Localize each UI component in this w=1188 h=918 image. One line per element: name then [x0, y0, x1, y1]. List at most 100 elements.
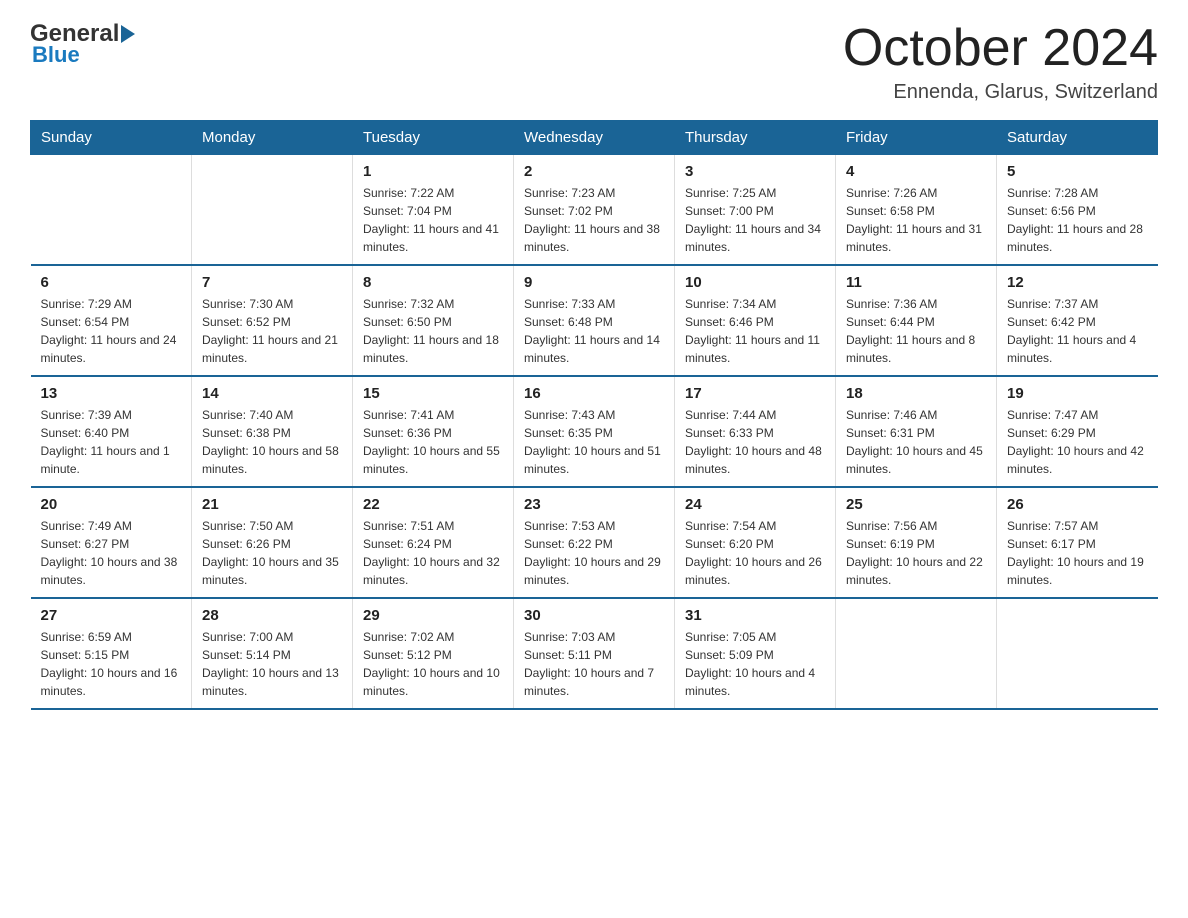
day-cell: 24 Sunrise: 7:54 AMSunset: 6:20 PMDayligh… — [675, 487, 836, 598]
header-cell-thursday: Thursday — [675, 121, 836, 155]
day-number: 10 — [685, 274, 825, 291]
day-cell: 28 Sunrise: 7:00 AMSunset: 5:14 PMDayligh… — [192, 598, 353, 709]
day-number: 18 — [846, 385, 986, 402]
day-cell: 8 Sunrise: 7:32 AMSunset: 6:50 PMDaylight… — [353, 265, 514, 376]
day-number: 15 — [363, 385, 503, 402]
day-cell: 13 Sunrise: 7:39 AMSunset: 6:40 PMDayligh… — [31, 376, 192, 487]
header-cell-saturday: Saturday — [997, 121, 1158, 155]
day-number: 16 — [524, 385, 664, 402]
day-cell: 7 Sunrise: 7:30 AMSunset: 6:52 PMDaylight… — [192, 265, 353, 376]
page-header: General Blue October 2024 Ennenda, Glaru… — [30, 20, 1158, 104]
header-cell-monday: Monday — [192, 121, 353, 155]
day-number: 20 — [41, 496, 182, 513]
day-info: Sunrise: 7:54 AMSunset: 6:20 PMDaylight:… — [685, 517, 825, 589]
title-block: October 2024 Ennenda, Glarus, Switzerlan… — [843, 20, 1158, 104]
day-cell: 22Sunrise: 7:51 AMSunset: 6:24 PMDayligh… — [353, 487, 514, 598]
day-info: Sunrise: 7:46 AMSunset: 6:31 PMDaylight:… — [846, 406, 986, 478]
calendar-header: SundayMondayTuesdayWednesdayThursdayFrid… — [31, 121, 1158, 155]
day-info: Sunrise: 7:40 AMSunset: 6:38 PMDaylight:… — [202, 406, 342, 478]
day-info: Sunrise: 7:25 AMSunset: 7:00 PMDaylight:… — [685, 184, 825, 256]
day-cell: 20 Sunrise: 7:49 AMSunset: 6:27 PMDayligh… — [31, 487, 192, 598]
day-cell: 21 Sunrise: 7:50 AMSunset: 6:26 PMDayligh… — [192, 487, 353, 598]
day-info: Sunrise: 7:50 AMSunset: 6:26 PMDaylight:… — [202, 517, 342, 589]
logo-triangle-icon — [121, 25, 135, 43]
day-number: 1 — [363, 163, 503, 180]
day-cell: 5 Sunrise: 7:28 AMSunset: 6:56 PMDaylight… — [997, 155, 1158, 266]
day-cell: 15 Sunrise: 7:41 AMSunset: 6:36 PMDayligh… — [353, 376, 514, 487]
day-number: 29 — [363, 607, 503, 624]
header-cell-tuesday: Tuesday — [353, 121, 514, 155]
day-cell: 23Sunrise: 7:53 AMSunset: 6:22 PMDayligh… — [514, 487, 675, 598]
day-info: Sunrise: 7:28 AMSunset: 6:56 PMDaylight:… — [1007, 184, 1148, 256]
day-number: 30 — [524, 607, 664, 624]
day-cell: 1Sunrise: 7:22 AMSunset: 7:04 PMDaylight… — [353, 155, 514, 266]
day-cell: 18 Sunrise: 7:46 AMSunset: 6:31 PMDayligh… — [836, 376, 997, 487]
day-cell — [836, 598, 997, 709]
day-info: Sunrise: 7:23 AMSunset: 7:02 PMDaylight:… — [524, 184, 664, 256]
day-number: 17 — [685, 385, 825, 402]
day-number: 6 — [41, 274, 182, 291]
day-cell — [31, 155, 192, 266]
day-info: Sunrise: 7:29 AMSunset: 6:54 PMDaylight:… — [41, 295, 182, 367]
day-number: 14 — [202, 385, 342, 402]
day-info: Sunrise: 7:33 AMSunset: 6:48 PMDaylight:… — [524, 295, 664, 367]
day-number: 7 — [202, 274, 342, 291]
day-info: Sunrise: 7:02 AMSunset: 5:12 PMDaylight:… — [363, 628, 503, 700]
location-title: Ennenda, Glarus, Switzerland — [843, 81, 1158, 104]
day-info: Sunrise: 7:05 AMSunset: 5:09 PMDaylight:… — [685, 628, 825, 700]
day-info: Sunrise: 7:57 AMSunset: 6:17 PMDaylight:… — [1007, 517, 1148, 589]
month-title: October 2024 — [843, 20, 1158, 77]
week-row-2: 13 Sunrise: 7:39 AMSunset: 6:40 PMDayligh… — [31, 376, 1158, 487]
day-cell: 19Sunrise: 7:47 AMSunset: 6:29 PMDayligh… — [997, 376, 1158, 487]
day-cell: 3 Sunrise: 7:25 AMSunset: 7:00 PMDaylight… — [675, 155, 836, 266]
day-info: Sunrise: 7:43 AMSunset: 6:35 PMDaylight:… — [524, 406, 664, 478]
day-number: 21 — [202, 496, 342, 513]
day-cell: 27Sunrise: 6:59 AMSunset: 5:15 PMDayligh… — [31, 598, 192, 709]
day-info: Sunrise: 7:36 AMSunset: 6:44 PMDaylight:… — [846, 295, 986, 367]
day-cell: 9 Sunrise: 7:33 AMSunset: 6:48 PMDaylight… — [514, 265, 675, 376]
day-cell: 6 Sunrise: 7:29 AMSunset: 6:54 PMDaylight… — [31, 265, 192, 376]
day-info: Sunrise: 7:41 AMSunset: 6:36 PMDaylight:… — [363, 406, 503, 478]
day-info: Sunrise: 7:49 AMSunset: 6:27 PMDaylight:… — [41, 517, 182, 589]
day-info: Sunrise: 7:56 AMSunset: 6:19 PMDaylight:… — [846, 517, 986, 589]
day-number: 23 — [524, 496, 664, 513]
day-number: 26 — [1007, 496, 1148, 513]
day-number: 8 — [363, 274, 503, 291]
day-cell: 30 Sunrise: 7:03 AMSunset: 5:11 PMDayligh… — [514, 598, 675, 709]
day-cell: 16 Sunrise: 7:43 AMSunset: 6:35 PMDayligh… — [514, 376, 675, 487]
day-number: 12 — [1007, 274, 1148, 291]
day-info: Sunrise: 7:03 AMSunset: 5:11 PMDaylight:… — [524, 628, 664, 700]
day-info: Sunrise: 7:32 AMSunset: 6:50 PMDaylight:… — [363, 295, 503, 367]
day-cell: 31Sunrise: 7:05 AMSunset: 5:09 PMDayligh… — [675, 598, 836, 709]
day-cell: 12 Sunrise: 7:37 AMSunset: 6:42 PMDayligh… — [997, 265, 1158, 376]
day-info: Sunrise: 7:00 AMSunset: 5:14 PMDaylight:… — [202, 628, 342, 700]
day-info: Sunrise: 7:34 AMSunset: 6:46 PMDaylight:… — [685, 295, 825, 367]
day-info: Sunrise: 7:44 AMSunset: 6:33 PMDaylight:… — [685, 406, 825, 478]
calendar-body: 1Sunrise: 7:22 AMSunset: 7:04 PMDaylight… — [31, 155, 1158, 710]
day-number: 28 — [202, 607, 342, 624]
day-info: Sunrise: 7:26 AMSunset: 6:58 PMDaylight:… — [846, 184, 986, 256]
day-cell: 26 Sunrise: 7:57 AMSunset: 6:17 PMDayligh… — [997, 487, 1158, 598]
week-row-3: 20 Sunrise: 7:49 AMSunset: 6:27 PMDayligh… — [31, 487, 1158, 598]
header-cell-friday: Friday — [836, 121, 997, 155]
day-cell: 2 Sunrise: 7:23 AMSunset: 7:02 PMDaylight… — [514, 155, 675, 266]
day-info: Sunrise: 7:51 AMSunset: 6:24 PMDaylight:… — [363, 517, 503, 589]
day-number: 13 — [41, 385, 182, 402]
week-row-4: 27Sunrise: 6:59 AMSunset: 5:15 PMDayligh… — [31, 598, 1158, 709]
logo-blue-text: Blue — [30, 42, 136, 68]
day-number: 24 — [685, 496, 825, 513]
day-number: 2 — [524, 163, 664, 180]
day-cell: 4Sunrise: 7:26 AMSunset: 6:58 PMDaylight… — [836, 155, 997, 266]
logo: General Blue — [30, 20, 136, 68]
week-row-1: 6 Sunrise: 7:29 AMSunset: 6:54 PMDaylight… — [31, 265, 1158, 376]
day-info: Sunrise: 7:39 AMSunset: 6:40 PMDaylight:… — [41, 406, 182, 478]
day-number: 9 — [524, 274, 664, 291]
day-number: 5 — [1007, 163, 1148, 180]
day-number: 3 — [685, 163, 825, 180]
day-cell: 10 Sunrise: 7:34 AMSunset: 6:46 PMDayligh… — [675, 265, 836, 376]
day-cell — [997, 598, 1158, 709]
day-info: Sunrise: 7:30 AMSunset: 6:52 PMDaylight:… — [202, 295, 342, 367]
day-cell: 25Sunrise: 7:56 AMSunset: 6:19 PMDayligh… — [836, 487, 997, 598]
day-info: Sunrise: 7:37 AMSunset: 6:42 PMDaylight:… — [1007, 295, 1148, 367]
day-cell: 29 Sunrise: 7:02 AMSunset: 5:12 PMDayligh… — [353, 598, 514, 709]
